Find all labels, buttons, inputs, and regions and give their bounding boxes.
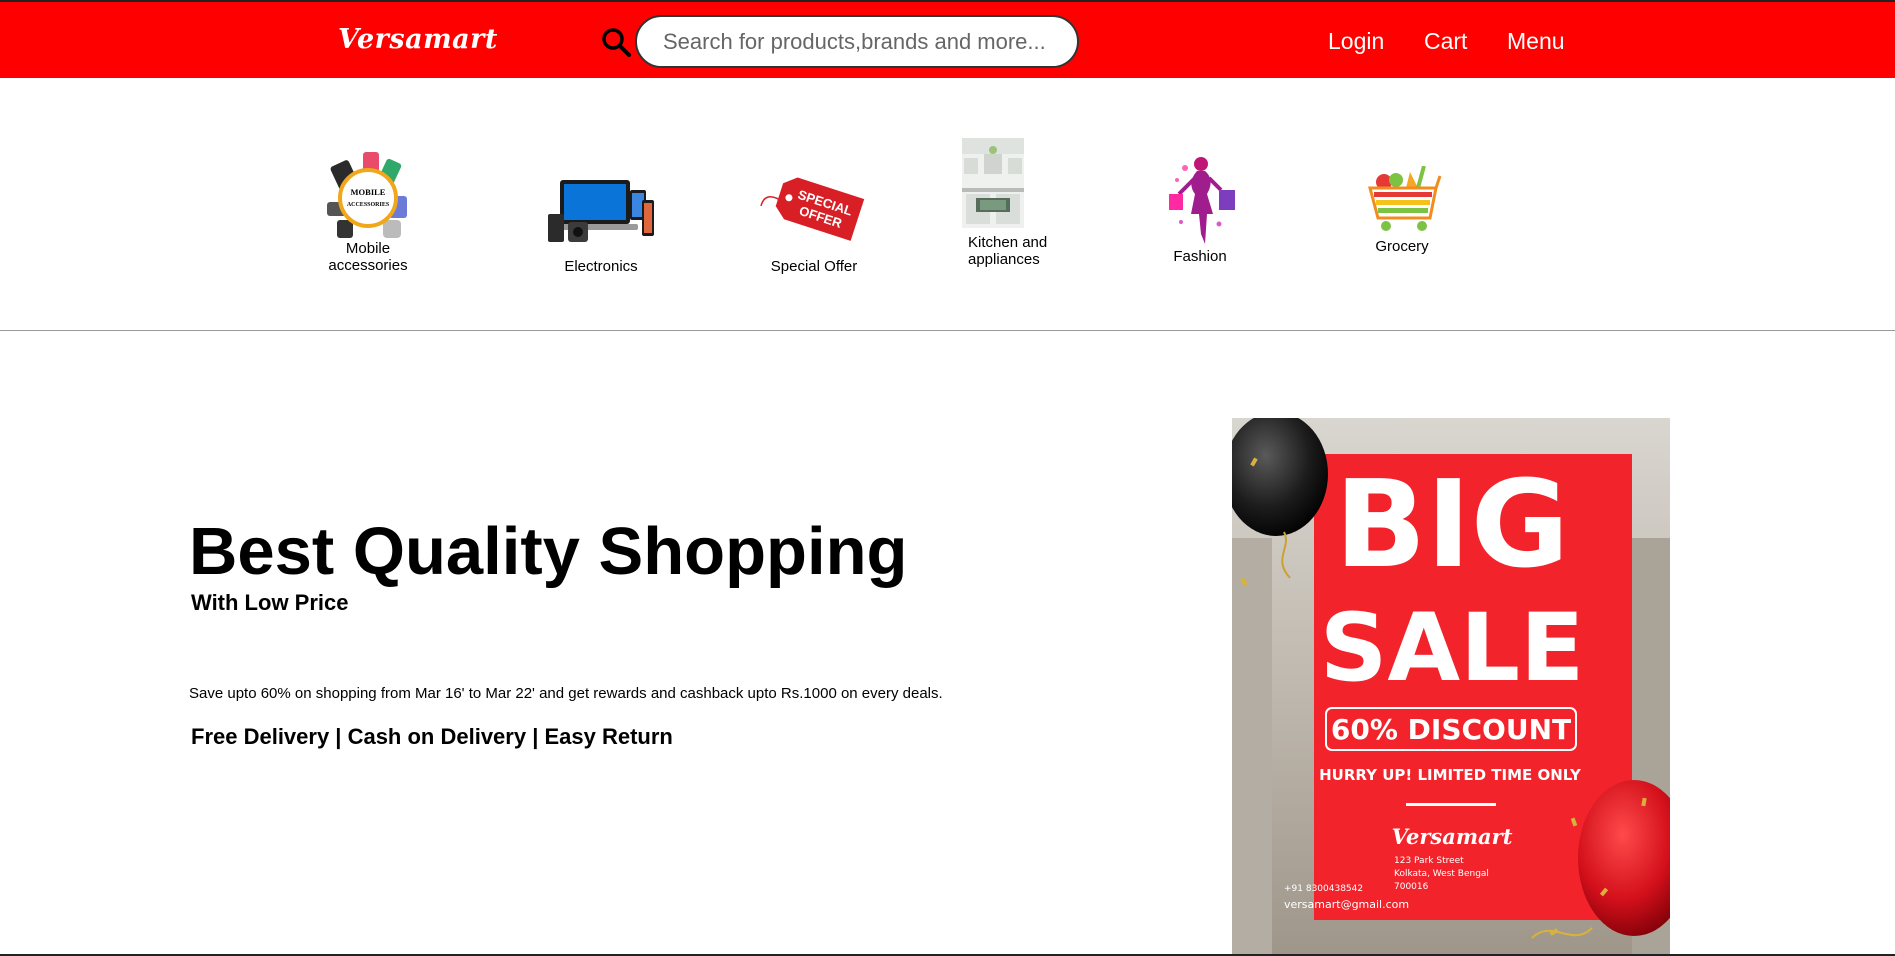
hero-features: Free Delivery | Cash on Delivery | Easy … <box>191 724 673 749</box>
poster-email: versamart@gmail.com <box>1284 898 1409 911</box>
poster-sale-text: SALE <box>1320 594 1585 703</box>
search-icon[interactable] <box>600 26 632 58</box>
mobile-badge-text-2: ACCESSORIES <box>347 202 390 208</box>
category-fashion[interactable]: Fashion <box>1150 154 1250 265</box>
category-mobile-accessories[interactable]: MOBILE ACCESSORIES Mobile accessories <box>318 150 418 274</box>
hero-subtitle: With Low Price <box>191 590 349 615</box>
category-special-offer[interactable]: SPECIAL OFFER Special Offer <box>752 172 876 275</box>
category-kitchen[interactable]: Kitchen and appliances <box>962 138 1048 268</box>
mobile-accessories-icon: MOBILE ACCESSORIES <box>327 152 407 238</box>
category-label: Fashion <box>1173 248 1227 265</box>
fashion-icon <box>1169 157 1235 244</box>
kitchen-icon <box>962 138 1024 228</box>
poster-hurry-text: HURRY UP! LIMITED TIME ONLY <box>1319 766 1582 784</box>
hero-title: Best Quality Shopping <box>189 514 908 589</box>
search-input[interactable] <box>635 15 1079 68</box>
poster-address-1: 123 Park Street <box>1394 856 1464 866</box>
hero-description: Save upto 60% on shopping from Mar 16' t… <box>189 685 943 702</box>
top-navbar: Versamart Login Cart Menu <box>0 0 1895 78</box>
poster-discount-text: 60% DISCOUNT <box>1331 713 1571 746</box>
poster-address-2: Kolkata, West Bengal <box>1394 869 1489 879</box>
category-label: Grocery <box>1375 238 1429 255</box>
poster-brand-text: Versamart <box>1392 824 1513 849</box>
menu-link[interactable]: Menu <box>1507 28 1565 55</box>
sale-banner[interactable]: BIG SALE 60% DISCOUNT HURRY UP! LIMITED … <box>1232 418 1670 956</box>
category-strip: MOBILE ACCESSORIES Mobile accessories El… <box>0 78 1895 330</box>
category-label: Kitchen and appliances <box>968 234 1048 268</box>
poster-address-3: 700016 <box>1394 882 1429 892</box>
category-grocery[interactable]: Grocery <box>1352 166 1452 255</box>
category-electronics[interactable]: Electronics <box>546 176 656 275</box>
sale-poster: BIG SALE 60% DISCOUNT HURRY UP! LIMITED … <box>1232 418 1670 956</box>
category-label: Mobile accessories <box>328 240 408 274</box>
special-offer-tag-icon: SPECIAL OFFER <box>760 177 865 241</box>
category-label: Electronics <box>564 258 638 275</box>
category-label: Special Offer <box>770 258 858 275</box>
login-link[interactable]: Login <box>1328 28 1384 55</box>
electronics-icon <box>548 180 654 242</box>
poster-big-text: BIG <box>1335 456 1570 595</box>
section-divider <box>0 330 1895 331</box>
mobile-badge-text-1: MOBILE <box>351 187 386 197</box>
grocery-cart-icon <box>1368 166 1442 231</box>
site-logo[interactable]: Versamart <box>338 24 498 55</box>
poster-phone: +91 8300438542 <box>1284 884 1363 894</box>
cart-link[interactable]: Cart <box>1424 28 1467 55</box>
